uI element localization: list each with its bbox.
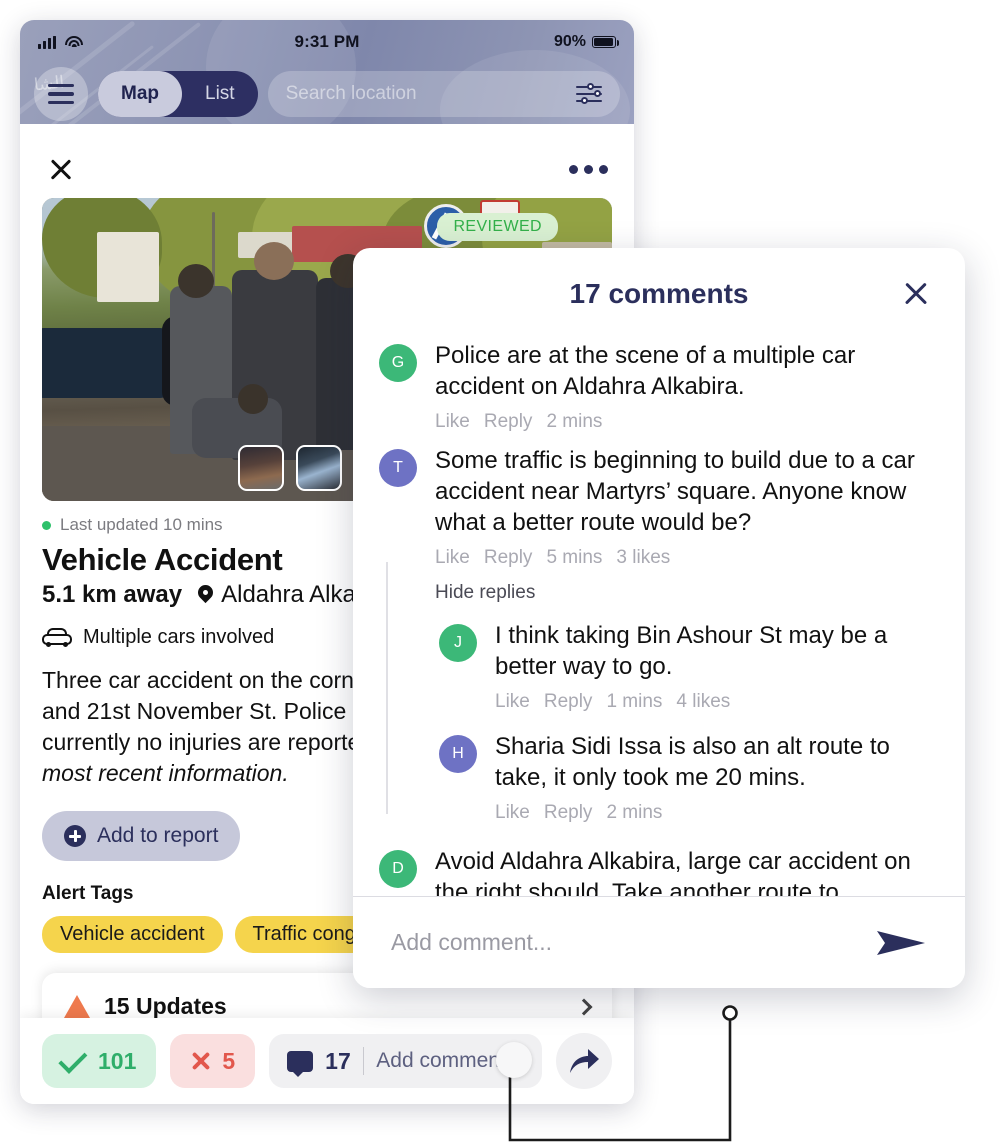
comment-text: Avoid Aldahra Alkabira, large car accide… <box>435 848 911 896</box>
send-icon <box>877 930 925 955</box>
more-options-icon[interactable] <box>569 164 608 174</box>
report-distance: 5.1 km away <box>42 581 183 608</box>
battery-icon <box>592 36 619 48</box>
last-updated-label: Last updated 10 mins <box>60 515 223 534</box>
hamburger-icon[interactable] <box>34 67 88 121</box>
close-icon[interactable] <box>46 154 76 184</box>
deny-count: 5 <box>222 1047 236 1074</box>
comment-likes: 3 likes <box>616 547 671 568</box>
tab-list[interactable]: List <box>182 71 258 117</box>
avatar: T <box>379 449 417 487</box>
like-button[interactable]: Like <box>495 802 530 824</box>
comment-time: 5 mins <box>546 547 603 568</box>
add-to-report-button[interactable]: Add to report <box>42 811 241 861</box>
status-bar: 9:31 PM 90% <box>20 20 634 64</box>
comment-meta: Like Reply 1 mins 4 likes <box>495 691 939 713</box>
comment-input[interactable]: Add comment... <box>391 929 859 956</box>
confirm-count: 101 <box>98 1047 137 1074</box>
list-item: D Avoid Aldahra Alkabira, large car acci… <box>379 846 939 896</box>
x-icon <box>190 1050 212 1072</box>
image-thumbnails <box>238 445 342 491</box>
comment-count: 17 <box>325 1047 351 1074</box>
avatar: J <box>439 624 477 662</box>
comment-meta: Like Reply 2 mins <box>495 802 939 824</box>
map-list-segmented-control: Map List <box>98 71 258 117</box>
list-item: T Some traffic is beginning to build due… <box>379 445 939 604</box>
reply-button[interactable]: Reply <box>544 802 593 824</box>
comments-list[interactable]: G Police are at the scene of a multiple … <box>353 340 965 896</box>
like-button[interactable]: Like <box>435 547 470 569</box>
divider <box>362 1047 365 1075</box>
comment-text: Sharia Sidi Issa is also an alt route to… <box>495 733 890 791</box>
comment-text: Some traffic is beginning to build due t… <box>435 447 915 536</box>
status-bar-time: 9:31 PM <box>294 32 360 51</box>
tab-map[interactable]: Map <box>98 71 182 117</box>
report-sheet-header <box>20 138 634 190</box>
avatar: G <box>379 344 417 382</box>
thumbnail-1[interactable] <box>238 445 284 491</box>
avatar: H <box>439 735 477 773</box>
reply-button[interactable]: Reply <box>484 547 533 569</box>
hide-replies-button[interactable]: Hide replies <box>435 582 939 604</box>
thumbnail-2[interactable] <box>296 445 342 491</box>
send-button[interactable] <box>875 923 927 963</box>
like-button[interactable]: Like <box>495 691 530 713</box>
car-icon <box>42 628 72 647</box>
location-pin-icon <box>198 585 213 606</box>
map-toolbar: Map List Search location <box>20 64 634 124</box>
battery-percent: 90% <box>553 33 586 50</box>
comment-time: 1 mins <box>606 691 663 712</box>
comment-bubble-icon <box>287 1050 314 1077</box>
cursor-indicator <box>496 1042 532 1078</box>
check-icon <box>58 1044 88 1074</box>
comments-panel: 17 comments G Police are at the scene of… <box>353 248 965 988</box>
screen: الشا 9:31 PM 90% Map List Searc <box>0 0 1000 1144</box>
warning-triangle-icon <box>64 995 90 1018</box>
avatar: D <box>379 850 417 888</box>
comment-meta: Like Reply 5 mins 3 likes <box>435 547 939 569</box>
list-item: J I think taking Bin Ashour St may be a … <box>439 620 939 713</box>
plus-icon <box>64 825 86 847</box>
comments-title: 17 comments <box>569 278 749 309</box>
tag-chip[interactable]: Vehicle accident <box>42 916 223 953</box>
comment-likes: 4 likes <box>676 691 731 712</box>
comments-header: 17 comments <box>353 248 965 340</box>
comment-time: 2 mins <box>606 802 663 823</box>
search-input[interactable]: Search location <box>267 71 620 117</box>
comment-time: 2 mins <box>546 411 603 432</box>
deny-button[interactable]: 5 <box>170 1034 256 1088</box>
comment-meta: Like Reply 2 mins <box>435 411 939 433</box>
list-item: H Sharia Sidi Issa is also an alt route … <box>439 731 939 824</box>
sliders-icon[interactable] <box>576 83 602 104</box>
add-to-report-label: Add to report <box>97 824 219 847</box>
reply-button[interactable]: Reply <box>484 411 533 433</box>
confirm-button[interactable]: 101 <box>42 1034 157 1088</box>
comment-replies: J I think taking Bin Ashour St may be a … <box>386 562 939 824</box>
reviewed-badge: REVIEWED <box>437 213 558 241</box>
like-button[interactable]: Like <box>435 411 470 433</box>
reply-button[interactable]: Reply <box>544 691 593 713</box>
search-placeholder: Search location <box>285 83 417 104</box>
comment-compose-bar: Add comment... <box>353 896 965 988</box>
comment-text: I think taking Bin Ashour St may be a be… <box>495 622 888 680</box>
list-item: G Police are at the scene of a multiple … <box>379 340 939 433</box>
report-detail-label: Multiple cars involved <box>83 626 275 648</box>
close-icon[interactable] <box>901 279 931 309</box>
comment-text: Police are at the scene of a multiple ca… <box>435 342 856 400</box>
status-dot-icon <box>42 520 51 530</box>
